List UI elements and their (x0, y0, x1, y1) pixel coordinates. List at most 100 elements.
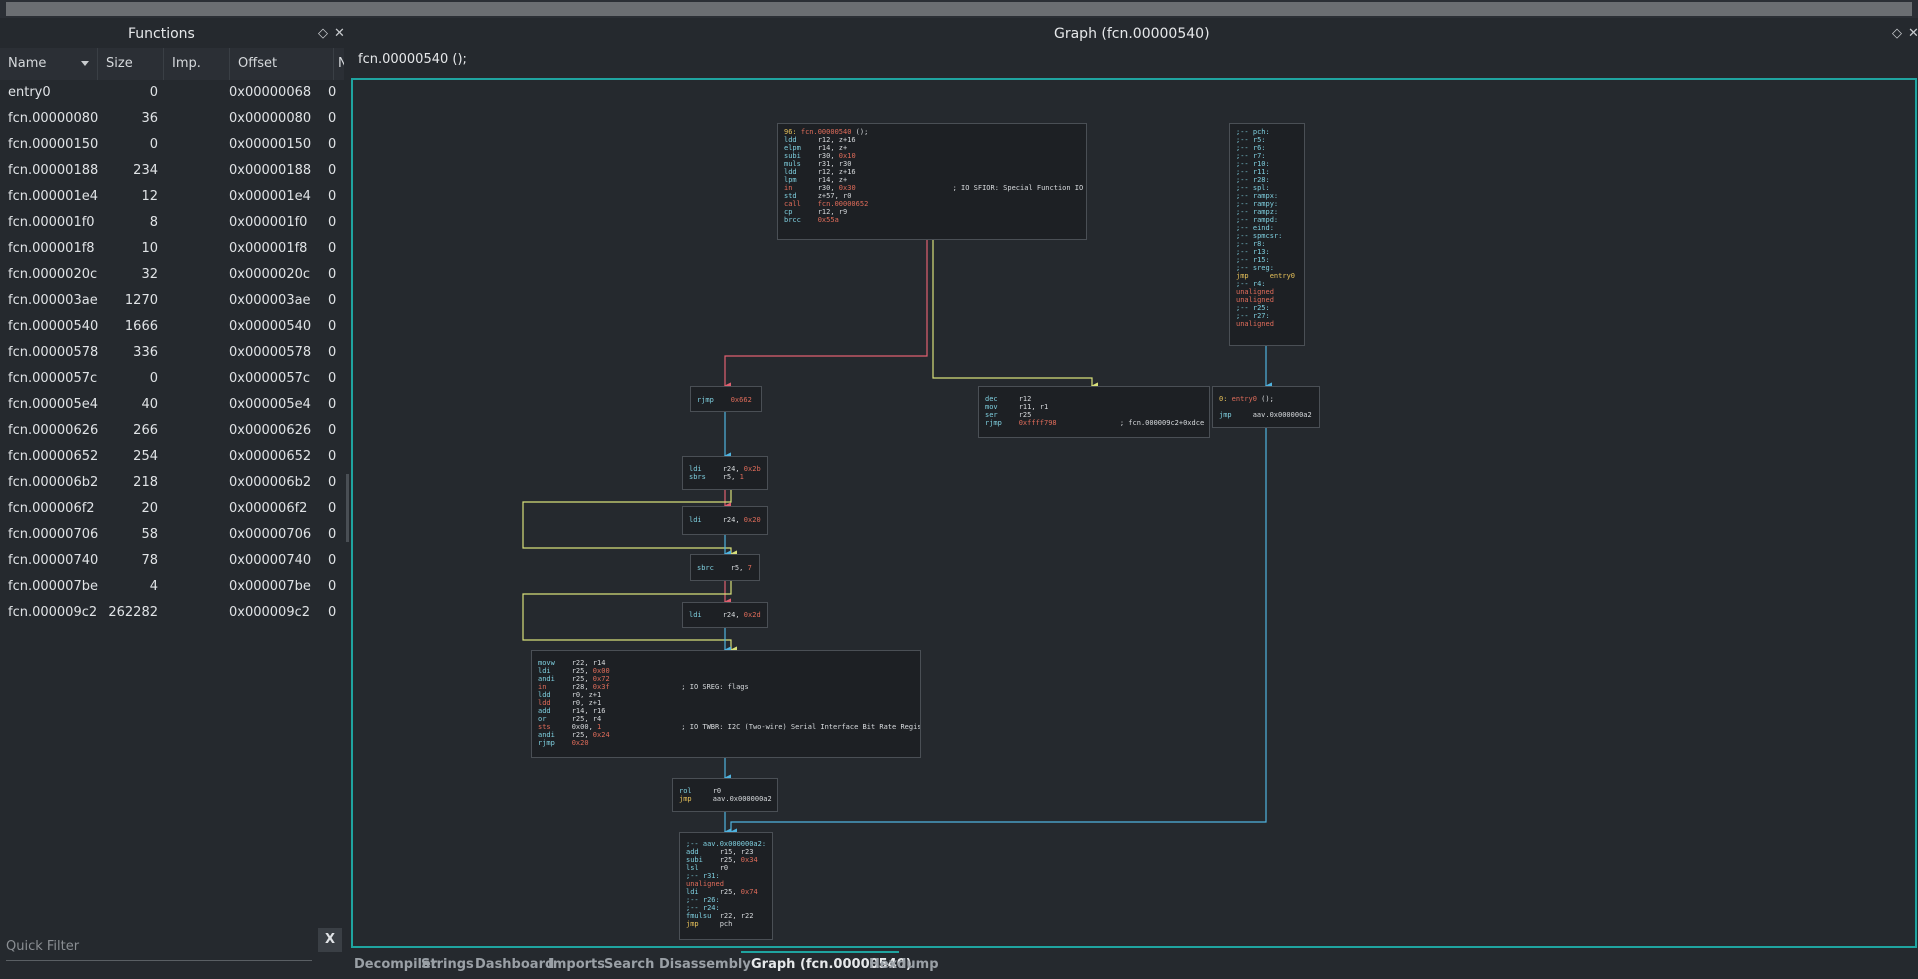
asm-token: brcc (784, 216, 818, 224)
asm-line: ;-- spl: (1236, 184, 1298, 192)
asm-token: ldd (538, 699, 572, 707)
asm-token: ldd (784, 136, 818, 144)
asm-line: 96: fcn.00000540 (); (784, 128, 1080, 136)
function-size: 0 (149, 371, 158, 386)
dock-icon[interactable]: ◇ (318, 26, 328, 41)
function-name: fcn.00000540 (8, 319, 99, 334)
function-offset: 0x0000057c (229, 371, 311, 386)
column-imp-header[interactable]: Imp. (164, 48, 230, 80)
function-size: 218 (133, 475, 158, 490)
graph-block-dec[interactable]: dec r12 mov r11, r1 ser r25 rjmp 0xffff798 … (978, 386, 1210, 438)
asm-token: 0x20 (571, 739, 589, 747)
function-row[interactable]: fcn.00000578 336 0x00000578 0 (0, 340, 344, 366)
graph-block-ldi-0x20[interactable]: ldi r24, 0x20 (682, 506, 768, 535)
function-row[interactable]: fcn.000007be 4 0x000007be 0 (0, 574, 344, 600)
graph-block-rol[interactable]: rol r0 jmp aav.0x000000a2 (672, 778, 778, 812)
tab-strings[interactable]: Strings (421, 951, 474, 979)
asm-token: ldd (784, 168, 818, 176)
sort-down-icon[interactable] (81, 61, 89, 66)
asm-line: unaligned (1236, 288, 1298, 296)
function-row[interactable]: fcn.00000540 1666 0x00000540 0 (0, 314, 344, 340)
function-name: fcn.00000626 (8, 423, 99, 438)
asm-token: (); (1256, 395, 1274, 403)
asm-token: pch (719, 920, 733, 928)
asm-token: 0x00, (571, 723, 598, 731)
column-size-header[interactable]: Size (98, 48, 164, 80)
graph-block-registers[interactable]: ;-- pch: ;-- r5: ;-- r6: ;-- r7: ;-- r10: ;--… (1229, 123, 1305, 346)
tab-disassembly[interactable]: Disassembly (659, 951, 751, 979)
asm-line: std z+57, r0 (784, 192, 1080, 200)
quick-filter-input[interactable] (6, 934, 306, 958)
function-row[interactable]: fcn.00000626 266 0x00000626 0 (0, 418, 344, 444)
tab-search[interactable]: Search (604, 951, 654, 979)
function-name: fcn.0000020c (8, 267, 98, 282)
asm-token: r12, r9 (817, 208, 848, 216)
asm-line: in r28, 0x3f ; IO SREG: flags (538, 683, 914, 691)
asm-line: ;-- r15: (1236, 256, 1298, 264)
function-row[interactable]: fcn.00000188 234 0x00000188 0 (0, 158, 344, 184)
graph-block-sbrc[interactable]: sbrc r5, 7 (690, 554, 760, 581)
graph-block-entry0[interactable]: 0: entry0 (); jmp aav.0x000000a2 (1212, 386, 1320, 428)
top-scrollbar-thumb[interactable] (6, 2, 1912, 16)
function-row[interactable]: fcn.000009c2 262282 0x000009c2 0 (0, 600, 344, 626)
graph-block-ldi-0x2b[interactable]: ldi r24, 0x2b sbrs r5, 1 (682, 456, 768, 490)
dock-icon[interactable]: ◇ (1892, 26, 1902, 41)
tab-dashboard[interactable]: Dashboard (475, 951, 554, 979)
function-row[interactable]: fcn.000006b2 218 0x000006b2 0 (0, 470, 344, 496)
function-row[interactable]: fcn.00000080 36 0x00000080 0 (0, 106, 344, 132)
asm-token: ; IO TWBR: I2C (Two-wire) Serial Interfa… (601, 723, 921, 731)
graph-block-movw[interactable]: movw r22, r14 ldi r25, 0x00 andi r25, 0x72… (531, 650, 921, 758)
asm-line: ;-- spmcsr: (1236, 232, 1298, 240)
asm-token: ;-- spmcsr: (1236, 232, 1283, 240)
function-offset: 0x000006f2 (229, 501, 308, 516)
function-row[interactable]: fcn.000001e4 12 0x000001e4 0 (0, 184, 344, 210)
column-offset-header[interactable]: Offset (230, 48, 334, 80)
function-row[interactable]: fcn.000006f2 20 0x000006f2 0 (0, 496, 344, 522)
function-row[interactable]: fcn.0000020c 32 0x0000020c 0 (0, 262, 344, 288)
asm-line: lsl r0 (686, 864, 766, 872)
function-row[interactable]: fcn.00000150 0 0x00000150 0 (0, 132, 344, 158)
asm-token: in (538, 683, 572, 691)
asm-token: r30, (817, 152, 839, 160)
function-row[interactable]: fcn.000005e4 40 0x000005e4 0 (0, 392, 344, 418)
function-row[interactable]: entry0 0 0x00000068 0 (0, 80, 344, 106)
function-size: 4 (149, 579, 158, 594)
asm-line: ;-- r5: (1236, 136, 1298, 144)
tab-hexdump[interactable]: Hexdump (869, 951, 939, 979)
graph-panel-controls: ◇ ✕ (1886, 24, 1918, 44)
function-row[interactable]: fcn.00000652 254 0x00000652 0 (0, 444, 344, 470)
asm-token: r0 (712, 787, 722, 795)
function-n: 0 (328, 553, 337, 568)
graph-block-aav[interactable]: ;-- aav.0x000000a2: add r15, r23 subi r25,… (679, 832, 773, 940)
column-name-header[interactable]: Name (0, 48, 98, 80)
function-n: 0 (328, 579, 337, 594)
asm-token: ;-- pch: (1236, 128, 1270, 136)
function-row[interactable]: fcn.000001f0 8 0x000001f0 0 (0, 210, 344, 236)
asm-token: ;-- r11: (1236, 168, 1270, 176)
asm-token: ;-- spl: (1236, 184, 1270, 192)
graph-block-rjmp-0x662[interactable]: rjmp 0x662 (690, 386, 762, 412)
graph-canvas[interactable]: 96: fcn.00000540 (); ldd r12, z+16 elpm r1… (351, 78, 1917, 948)
filter-clear-button[interactable]: X (318, 928, 342, 952)
function-row[interactable]: fcn.0000057c 0 0x0000057c 0 (0, 366, 344, 392)
asm-token: r0, z+1 (571, 691, 602, 699)
asm-token: sbrc (697, 564, 731, 572)
asm-token: 0x34 (740, 856, 758, 864)
function-row[interactable]: fcn.00000706 58 0x00000706 0 (0, 522, 344, 548)
close-icon[interactable]: ✕ (334, 26, 345, 41)
function-row[interactable]: fcn.000003ae 1270 0x000003ae 0 (0, 288, 344, 314)
asm-token: aav.0x000000a2 (1252, 411, 1312, 419)
asm-line: 0: entry0 (); (1219, 395, 1313, 403)
graph-block-main[interactable]: 96: fcn.00000540 (); ldd r12, z+16 elpm r1… (777, 123, 1087, 240)
asm-token: r31, r30 (817, 160, 852, 168)
asm-line: ;-- aav.0x000000a2: (686, 840, 766, 848)
function-row[interactable]: fcn.000001f8 10 0x000001f8 0 (0, 236, 344, 262)
tab-imports[interactable]: Imports (548, 951, 605, 979)
top-scrollbar[interactable] (0, 0, 1918, 18)
functions-scrollbar[interactable] (346, 474, 349, 542)
column-n-header[interactable]: N (334, 48, 344, 80)
asm-token: 0x74 (740, 888, 758, 896)
function-row[interactable]: fcn.00000740 78 0x00000740 0 (0, 548, 344, 574)
graph-block-ldi-0x2d[interactable]: ldi r24, 0x2d (682, 602, 768, 628)
close-icon[interactable]: ✕ (1908, 26, 1918, 41)
